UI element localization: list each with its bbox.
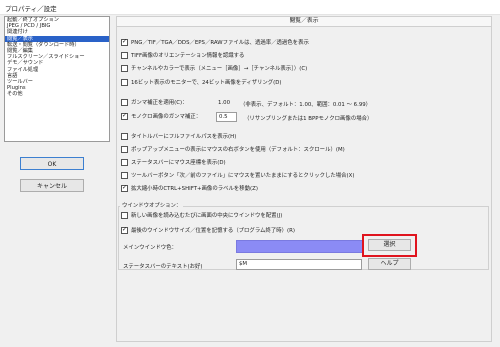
mono-gamma-input[interactable]: 0.5 <box>216 112 237 122</box>
help-button[interactable]: ヘルプ <box>368 258 411 270</box>
checkbox[interactable] <box>121 113 128 120</box>
checkbox[interactable] <box>121 212 128 219</box>
window-options-label: ウインドウオプション： <box>120 201 184 209</box>
option-toolbar-next-prev[interactable]: ツールバーボタン「次／前のファイル」にマウスを置いたままにするとクリックした場合… <box>121 172 354 180</box>
highlight-box <box>362 234 417 257</box>
main-window-color-label: メインウインドウ色： <box>123 245 177 251</box>
option-gamma[interactable]: ガンマ補正を適用(C)： <box>121 99 188 107</box>
mono-gamma-note: （リサンプリングまたは1 BPPモノクロ画像の場合） <box>244 116 373 122</box>
option-zoom-ctrl-shift[interactable]: 拡大縮小時のCTRL+SHIFT+画像のラベルを移動(Z) <box>121 185 258 193</box>
checkbox[interactable] <box>121 146 128 153</box>
option-png-transparency[interactable]: PNG／TIF／TGA／DDS／EPS／RAWファイルは、透過率／透過色を表示 <box>121 39 309 47</box>
category-item[interactable]: その他 <box>5 91 109 97</box>
cancel-button[interactable]: キャンセル <box>20 179 84 192</box>
gamma-note: （非表示、デフォルト：1.00、範囲：0.01 ～ 6.99） <box>240 102 372 108</box>
gamma-value: 1.00 <box>218 100 231 106</box>
window-title: プロパティ／設定 <box>5 5 57 13</box>
checkbox[interactable] <box>121 185 128 192</box>
option-remember-window-size[interactable]: 最後のウインドウサイズ／位置を記憶する（プログラム終了時）(R) <box>121 227 295 235</box>
checkbox[interactable] <box>121 39 128 46</box>
option-mono-gamma[interactable]: モノクロ画像のガンマ補正： <box>121 113 201 121</box>
checkbox[interactable] <box>121 99 128 106</box>
option-channel-color[interactable]: チャンネルやカラーで表示（メニュー［画像］→［チャンネル表示］）(C) <box>121 65 307 73</box>
ok-button[interactable]: OK <box>20 157 84 170</box>
checkbox[interactable] <box>121 159 128 166</box>
checkbox[interactable] <box>121 65 128 72</box>
checkbox[interactable] <box>121 79 128 86</box>
title-bar: プロパティ／設定 <box>0 0 500 15</box>
option-center-window[interactable]: 新しい画像を読み込むたびに画面の中央にウインドウを配置(J) <box>121 212 282 220</box>
checkbox[interactable] <box>121 133 128 140</box>
checkbox[interactable] <box>121 52 128 59</box>
option-popup-right-button[interactable]: ポップアップメニューの表示にマウスの右ボタンを使用（デフォルト：スクロール）(M… <box>121 146 345 154</box>
checkbox[interactable] <box>121 172 128 179</box>
statusbar-text-input[interactable]: $M <box>236 259 362 270</box>
option-statusbar-mouse-coords[interactable]: ステータスバーにマウス座標を表示(D) <box>121 159 226 167</box>
option-tiff-orientation[interactable]: TIFF画像のオリエンテーション情報を認識する <box>121 52 244 60</box>
option-full-path-title[interactable]: タイトルバーにフルファイルパスを表示(H) <box>121 133 236 141</box>
main-window-color-swatch <box>236 240 364 253</box>
option-dithering[interactable]: 16ビット表示のモニターで、24ビット画像をディザリング(D) <box>121 79 282 87</box>
category-list[interactable]: 起動／終了オプション JPEG / PCD / JBIG 関連付け 閲覧／表示 … <box>4 16 110 142</box>
panel-title: 閲覧／表示 <box>116 16 492 27</box>
statusbar-text-label: ステータスバーのテキスト(お好) <box>123 264 203 270</box>
checkbox[interactable] <box>121 227 128 234</box>
